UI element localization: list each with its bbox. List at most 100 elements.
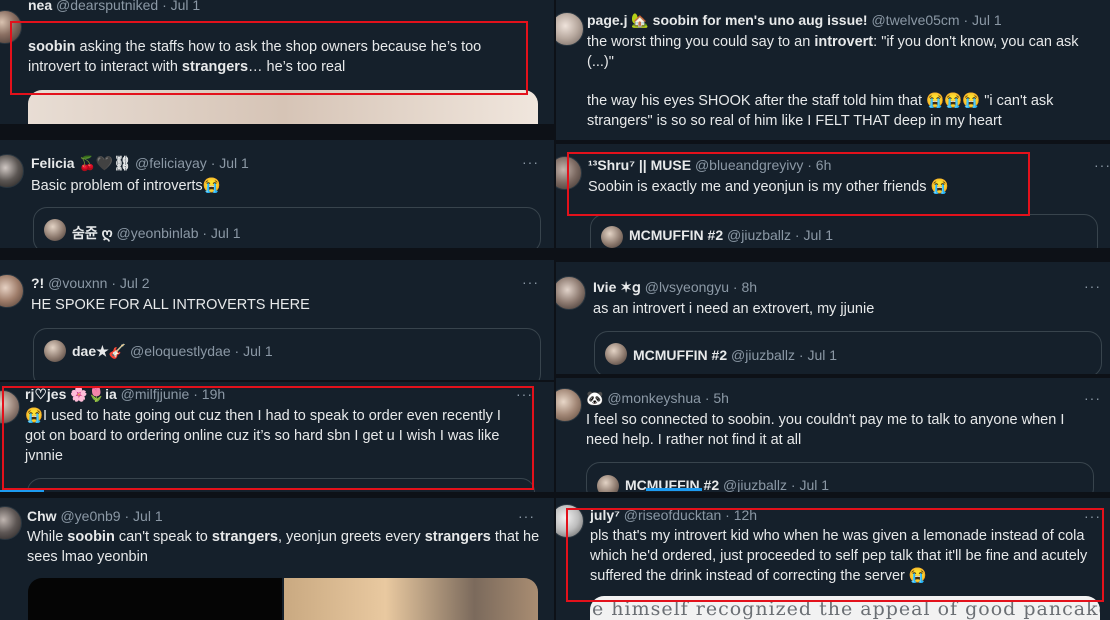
author-name[interactable]: ¹³Shru⁷ || MUSE: [588, 157, 691, 173]
quoted-tweet-date: · Jul 1: [790, 477, 830, 492]
author-handle[interactable]: @dearsputniked: [56, 0, 158, 13]
tweet-date[interactable]: · Jul 1: [162, 0, 200, 13]
tweet-date[interactable]: · Jul 1: [211, 155, 249, 171]
quoted-tweet[interactable]: dae★🎸 @eloquestlydae · Jul 1: [33, 328, 541, 380]
tweet-ye0nb9[interactable]: Chw @ye0nb9 · Jul 1 ··· While soobin can…: [0, 498, 554, 620]
more-options-icon[interactable]: ···: [522, 154, 539, 170]
avatar[interactable]: [0, 154, 24, 188]
quoted-tweet[interactable]: 숨쥰 ღ @yeonbinlab · Jul 1: [33, 207, 541, 248]
tweet-blueandgreyivy[interactable]: ¹³Shru⁷ || MUSE @blueandgreyivy · 6h ···…: [556, 144, 1110, 248]
author-handle[interactable]: @feliciayay: [135, 155, 207, 171]
avatar[interactable]: [556, 12, 584, 46]
scanned-text: e himself recognized the appeal of good …: [592, 598, 1100, 620]
quoted-author-handle: @eloquestlydae: [130, 343, 231, 359]
quoted-author-name: MCMUFFIN #2: [633, 347, 728, 363]
more-options-icon[interactable]: ···: [522, 274, 539, 290]
tweet-text: Basic problem of introverts😭: [31, 178, 221, 194]
tweet-twelve05cm[interactable]: page.j 🏡 soobin for men's uno aug issue!…: [556, 0, 1110, 140]
more-options-icon[interactable]: ···: [516, 386, 533, 402]
quoted-author-handle: @yeonbinlab: [116, 225, 199, 241]
tweet-media-video[interactable]: [28, 578, 282, 620]
tweet-text: the worst thing you could say to an intr…: [587, 32, 1092, 72]
quoted-author-name: 숨쥰 ღ: [72, 225, 113, 241]
tweet-date[interactable]: · 5h: [705, 390, 729, 406]
avatar: [605, 343, 627, 365]
avatar[interactable]: [556, 388, 582, 422]
quoted-tweet[interactable]: MCMUFFIN #2 @jiuzballz · Jul 1: [594, 331, 1102, 374]
tweet-date[interactable]: · 12h: [725, 507, 757, 523]
tweet-monkeyshua[interactable]: 🐼 @monkeyshua · 5h ··· I feel so connect…: [556, 378, 1110, 492]
text-segment: … he’s too real: [248, 59, 346, 75]
tweet-date[interactable]: · Jul 1: [964, 12, 1002, 28]
tweet-date[interactable]: · Jul 1: [125, 508, 163, 524]
author-name[interactable]: Felicia 🍒🖤⛓: [31, 155, 131, 171]
tweet-date[interactable]: · 6h: [807, 157, 831, 173]
author-name[interactable]: 🐼: [586, 390, 603, 406]
author-name[interactable]: page.j 🏡 soobin for men's uno aug issue!: [587, 12, 868, 28]
tweet-media-image[interactable]: [284, 578, 538, 620]
tweet-text: While soobin can't speak to strangers, y…: [27, 527, 542, 567]
text-segment: strangers: [211, 529, 278, 545]
avatar[interactable]: [0, 390, 20, 424]
tweet-text: 😭I used to hate going out cuz then I had…: [25, 408, 501, 464]
tweet-milfjjunie[interactable]: rj♡jes 🌸🌷ia @milfjjunie · 19h ··· 😭I use…: [0, 380, 554, 492]
avatar: [597, 475, 619, 492]
author-handle[interactable]: @milfjjunie: [121, 386, 190, 402]
author-name[interactable]: nea: [28, 0, 52, 13]
avatar[interactable]: [556, 276, 586, 310]
avatar[interactable]: [0, 506, 22, 540]
text-segment: While: [27, 529, 68, 545]
text-segment: strangers: [424, 529, 491, 545]
quoted-author-name: MCMUFFIN #2: [629, 227, 724, 243]
author-name[interactable]: Ivie ✶ց: [593, 279, 641, 295]
quoted-author-handle: @jiuzballz: [731, 347, 796, 363]
avatar[interactable]: [0, 274, 24, 308]
tweet-text: HE SPOKE FOR ALL INTROVERTS HERE: [31, 297, 310, 313]
tweet-riseofducktan[interactable]: july⁷ @riseofducktan · 12h ··· pls that'…: [556, 498, 1110, 620]
more-options-icon[interactable]: ···: [1094, 157, 1110, 173]
tweet-date[interactable]: · 19h: [193, 386, 225, 402]
author-handle[interactable]: @monkeyshua: [607, 390, 701, 406]
avatar[interactable]: [556, 156, 582, 190]
author-name[interactable]: rj♡jes 🌸🌷ia: [25, 386, 117, 402]
quoted-tweet-date: · Jul 1: [202, 225, 241, 241]
tweet-date[interactable]: · Jul 2: [111, 275, 149, 291]
author-handle[interactable]: @twelve05cm: [871, 12, 959, 28]
tweet-media-image[interactable]: [28, 90, 538, 124]
divider: [556, 248, 1110, 262]
quoted-tweet-date: · Jul 1: [234, 343, 273, 359]
author-handle[interactable]: @lvsyeongyu: [645, 279, 729, 295]
more-options-icon[interactable]: ···: [1084, 278, 1101, 294]
quoted-tweet-date: · Jul 1: [794, 227, 834, 243]
tweet-vouxnn[interactable]: ?! @vouxnn · Jul 2 ··· HE SPOKE FOR ALL …: [0, 260, 554, 380]
avatar[interactable]: [0, 10, 22, 44]
tweet-text: as an introvert i need an extrovert, my …: [593, 301, 875, 317]
quoted-author-name: dae★🎸: [72, 343, 127, 359]
quoted-author-handle: @jiuzballz: [723, 477, 788, 492]
divider: [0, 124, 554, 140]
divider: [0, 248, 554, 260]
progress-indicator: [646, 488, 702, 491]
more-options-icon[interactable]: ···: [1084, 390, 1101, 406]
author-handle[interactable]: @blueandgreyivy: [695, 157, 803, 173]
author-name[interactable]: Chw: [27, 508, 57, 524]
tweet-date[interactable]: · 8h: [733, 279, 757, 295]
quoted-tweet-date: · Jul 1: [798, 347, 838, 363]
author-name[interactable]: july⁷: [590, 507, 620, 523]
tweet-nea[interactable]: nea @dearsputniked · Jul 1 soobin asking…: [0, 0, 554, 124]
author-handle[interactable]: @riseofducktan: [624, 507, 721, 523]
more-options-icon[interactable]: ···: [1084, 508, 1101, 524]
author-handle[interactable]: @ye0nb9: [60, 508, 120, 524]
text-segment: strangers: [181, 59, 249, 75]
author-name[interactable]: ?!: [31, 275, 44, 291]
quoted-tweet[interactable]: MCMUFFIN #2 @jiuzballz · Jul 1: [590, 214, 1098, 248]
tweet-media-image[interactable]: e himself recognized the appeal of good …: [590, 596, 1100, 620]
tweet-felicia[interactable]: Felicia 🍒🖤⛓ @feliciayay · Jul 1 ··· Basi…: [0, 140, 554, 248]
text-segment: introvert: [814, 34, 874, 50]
quoted-tweet[interactable]: [27, 478, 535, 492]
author-handle[interactable]: @vouxnn: [48, 275, 107, 291]
more-options-icon[interactable]: ···: [518, 508, 535, 524]
avatar[interactable]: [556, 504, 584, 538]
text-segment: soobin: [67, 529, 115, 545]
tweet-lvsyeongyu[interactable]: Ivie ✶ց @lvsyeongyu · 8h ··· as an intro…: [556, 262, 1110, 374]
